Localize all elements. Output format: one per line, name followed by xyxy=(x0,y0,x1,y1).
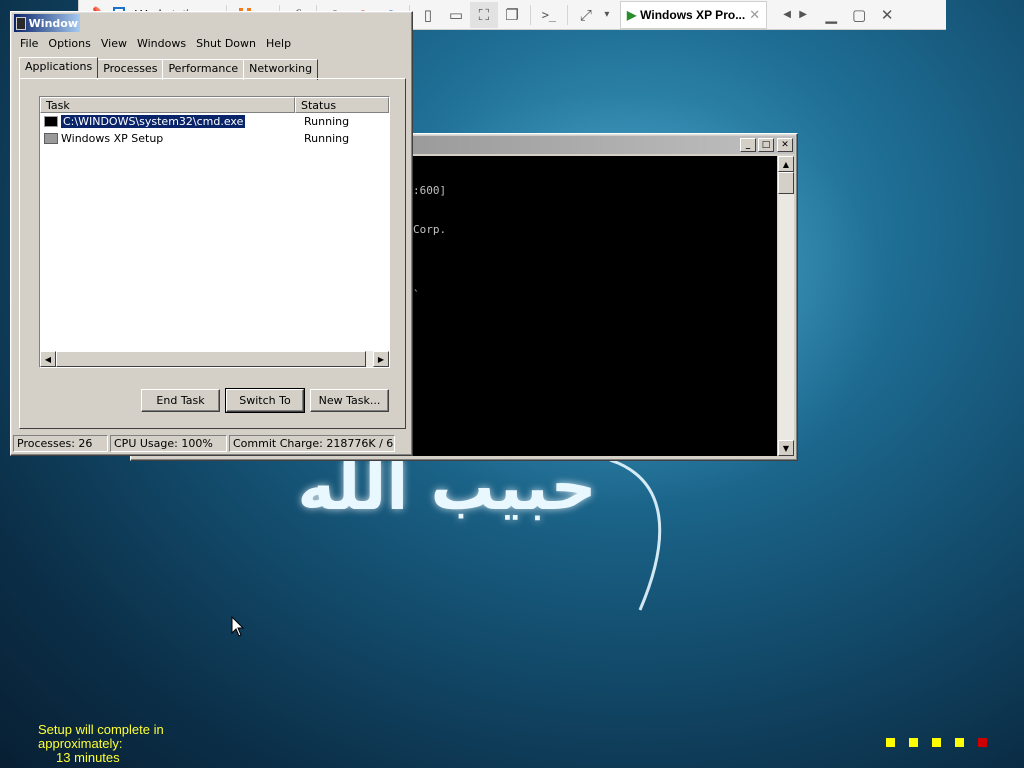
console-line: Corp. xyxy=(413,223,447,236)
progress-dot xyxy=(886,738,895,747)
taskmgr-titlebar[interactable]: Window xyxy=(14,14,80,32)
switch-to-button[interactable]: Switch To xyxy=(225,388,305,413)
restore-icon[interactable]: ▢ xyxy=(845,2,873,28)
menu-help[interactable]: Help xyxy=(261,36,296,51)
menu-view[interactable]: View xyxy=(96,36,132,51)
progress-dot xyxy=(978,738,987,747)
close-icon[interactable]: ✕ xyxy=(873,2,901,28)
tab-networking[interactable]: Networking xyxy=(243,59,319,80)
task-list[interactable]: Task Status C:\WINDOWS\system32\cmd.exe … xyxy=(39,96,390,368)
scroll-right-icon[interactable]: ▶ xyxy=(373,351,389,367)
commit-charge: Commit Charge: 218776K / 60722 xyxy=(229,435,395,452)
toolbar-divider xyxy=(566,4,568,25)
thumbnail-icon[interactable]: ▭ xyxy=(442,2,470,28)
unity-icon[interactable]: ❐ xyxy=(498,2,526,28)
tab-scroll-right-icon[interactable]: ▶ xyxy=(795,2,811,28)
horizontal-scrollbar[interactable]: ◀ ▶ xyxy=(40,351,389,367)
minimize-icon[interactable]: _ xyxy=(740,138,756,152)
setup-remaining-text: Setup will complete in approximately: 13 … xyxy=(38,723,164,765)
progress-dot xyxy=(932,738,941,747)
new-task-button[interactable]: New Task... xyxy=(310,389,389,412)
setup-icon xyxy=(44,133,58,144)
table-row[interactable]: C:\WINDOWS\system32\cmd.exe Running xyxy=(40,113,389,130)
scroll-up-icon[interactable]: ▲ xyxy=(778,156,794,172)
table-row[interactable]: Windows XP Setup Running xyxy=(40,130,389,147)
scroll-thumb[interactable] xyxy=(56,351,366,367)
setup-line: approximately: xyxy=(38,736,123,751)
applications-panel: Task Status C:\WINDOWS\system32\cmd.exe … xyxy=(19,78,406,429)
task-cell: Windows XP Setup xyxy=(40,132,299,145)
tab-scroll-left-icon[interactable]: ◀ xyxy=(779,2,795,28)
setup-time: 13 minutes xyxy=(38,750,120,765)
task-cell: C:\WINDOWS\system32\cmd.exe xyxy=(40,114,299,129)
menu-file[interactable]: File xyxy=(15,36,43,51)
fullscreen-icon[interactable]: ⛶ xyxy=(469,1,498,28)
window-title: Window xyxy=(28,16,78,30)
library-icon[interactable]: ▯ xyxy=(414,2,442,28)
minimize-icon[interactable]: ▁ xyxy=(817,2,845,28)
task-list-header: Task Status xyxy=(40,97,389,113)
console-line: ` xyxy=(413,288,420,301)
tab-applications[interactable]: Applications xyxy=(19,57,99,78)
cmd-console[interactable]: :600] Corp. ` xyxy=(413,156,777,456)
processes-count: Processes: 26 xyxy=(13,435,108,452)
tab-strip: Applications Processes Performance Netwo… xyxy=(19,57,319,80)
stretch-dropdown-icon[interactable]: ▾ xyxy=(600,2,614,28)
mouse-cursor-icon xyxy=(231,616,245,637)
vm-icon: ▶ xyxy=(626,7,637,22)
setup-progress-indicator xyxy=(886,738,987,747)
stretch-icon[interactable]: ⤢ xyxy=(572,2,600,28)
tab-processes[interactable]: Processes xyxy=(97,59,164,80)
status-bar: Processes: 26 CPU Usage: 100% Commit Cha… xyxy=(13,435,395,452)
setup-line: Setup will complete in xyxy=(38,722,164,737)
cmd-icon xyxy=(44,116,58,127)
menu-shut-down[interactable]: Shut Down xyxy=(191,36,261,51)
progress-dot xyxy=(909,738,918,747)
task-status: Running xyxy=(304,115,350,128)
tab-performance[interactable]: Performance xyxy=(162,59,245,80)
column-task[interactable]: Task xyxy=(40,97,295,113)
menu-windows[interactable]: Windows xyxy=(132,36,191,51)
maximize-icon[interactable]: □ xyxy=(758,138,774,152)
column-status[interactable]: Status xyxy=(295,97,389,113)
cpu-usage: CPU Usage: 100% xyxy=(110,435,227,452)
tab-vm[interactable]: ▶ Windows XP Pro... ✕ xyxy=(619,0,768,29)
task-manager-window[interactable]: Window File Options View Windows Shut Do… xyxy=(10,11,413,456)
scroll-down-icon[interactable]: ▼ xyxy=(778,440,794,456)
console-line: :600] xyxy=(413,184,447,197)
progress-dot xyxy=(955,738,964,747)
menu-bar: File Options View Windows Shut Down Help xyxy=(11,34,412,53)
menu-options[interactable]: Options xyxy=(43,36,95,51)
scroll-left-icon[interactable]: ◀ xyxy=(40,351,56,367)
taskmgr-app-icon xyxy=(16,16,26,30)
end-task-button[interactable]: End Task xyxy=(141,389,220,412)
toolbar-divider xyxy=(529,4,531,25)
vm-tab-title: Windows XP Pro... xyxy=(640,7,746,22)
close-tab-icon[interactable]: ✕ xyxy=(749,7,760,23)
task-name: Windows XP Setup xyxy=(61,132,164,145)
task-status: Running xyxy=(304,132,350,145)
scroll-thumb[interactable] xyxy=(778,172,794,194)
close-icon[interactable]: ✕ xyxy=(777,138,793,152)
wallpaper-swoosh xyxy=(609,458,662,611)
task-name: C:\WINDOWS\system32\cmd.exe xyxy=(59,114,247,129)
console-icon[interactable]: >_ xyxy=(535,2,563,28)
cmd-vertical-scrollbar[interactable]: ▲ ▼ xyxy=(778,156,794,456)
